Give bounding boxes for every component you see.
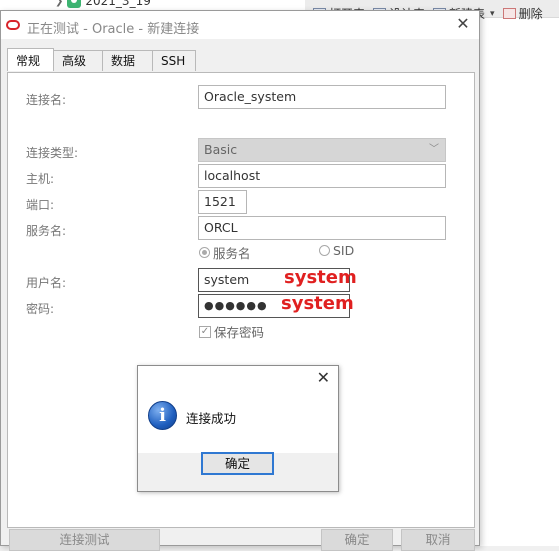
bg-tree-label: 2021_3_19 (85, 0, 151, 8)
tab-advanced[interactable]: 高级 (53, 50, 103, 71)
port-label: 端口: (26, 198, 55, 212)
message-titlebar[interactable]: ✕ (138, 366, 338, 390)
connection-name-label: 连接名: (26, 93, 67, 107)
message-ok-button[interactable]: 确定 (201, 452, 274, 475)
tab-bar: 常规 高级 数据库 SSH (7, 48, 196, 88)
oracle-icon (6, 20, 20, 30)
connection-name-input[interactable]: Oracle_system (198, 85, 446, 109)
radio-selected-icon (199, 247, 210, 258)
host-label: 主机: (26, 172, 55, 186)
cancel-button[interactable]: 取消 (401, 529, 475, 551)
tab-database[interactable]: 数据库 (102, 50, 153, 88)
password-label: 密码: (26, 302, 55, 316)
delete-table-button[interactable]: 删除 (502, 5, 543, 22)
username-label: 用户名: (26, 276, 67, 290)
service-name-input[interactable]: ORCL (198, 216, 446, 240)
connection-type-label: 连接类型: (26, 146, 79, 160)
tab-ssh[interactable]: SSH (152, 50, 196, 71)
connection-type-select[interactable]: Basic ﹀ (198, 138, 446, 162)
radio-service-name[interactable]: 服务名 (199, 243, 251, 262)
delete-icon (502, 8, 516, 19)
save-password-label: 保存密码 (214, 325, 265, 340)
close-icon[interactable]: ✕ (317, 368, 330, 388)
test-connection-button[interactable]: 连接测试 (9, 529, 160, 551)
dialog-titlebar[interactable]: 正在测试 - Oracle - 新建连接 ✕ (1, 11, 479, 39)
password-annotation: system (281, 293, 354, 314)
success-message-box: ✕ i 连接成功 确定 (137, 365, 339, 492)
close-icon[interactable]: ✕ (453, 14, 473, 34)
radio-sid[interactable]: SID (319, 243, 354, 258)
dialog-title: 正在测试 - Oracle - 新建连接 (27, 22, 200, 37)
save-password-checkbox[interactable]: ✓ 保存密码 (199, 322, 264, 341)
tab-general[interactable]: 常规 (7, 48, 54, 71)
info-icon: i (148, 401, 177, 430)
dropdown-arrow-icon[interactable]: ▾ (490, 9, 495, 19)
radio-service-name-label: 服务名 (213, 246, 251, 261)
chevron-down-icon: ﹀ (429, 144, 439, 155)
bg-tree-item[interactable]: ❯ 2021_3_19 (55, 0, 151, 8)
ok-button[interactable]: 确定 (321, 529, 393, 551)
delete-label: 删除 (518, 7, 543, 21)
radio-sid-label: SID (333, 243, 355, 258)
service-name-label: 服务名: (26, 224, 67, 238)
radio-unselected-icon (319, 245, 330, 256)
connection-icon (67, 0, 82, 8)
checkmark-icon: ✓ (199, 325, 211, 338)
port-input[interactable]: 1521 (198, 190, 247, 214)
connection-type-value: Basic (204, 142, 238, 157)
chevron-right-icon: ❯ (55, 0, 64, 7)
message-text: 连接成功 (186, 411, 237, 426)
host-input[interactable]: localhost (198, 164, 446, 188)
username-annotation: system (284, 267, 357, 288)
message-body: i 连接成功 (138, 390, 338, 453)
